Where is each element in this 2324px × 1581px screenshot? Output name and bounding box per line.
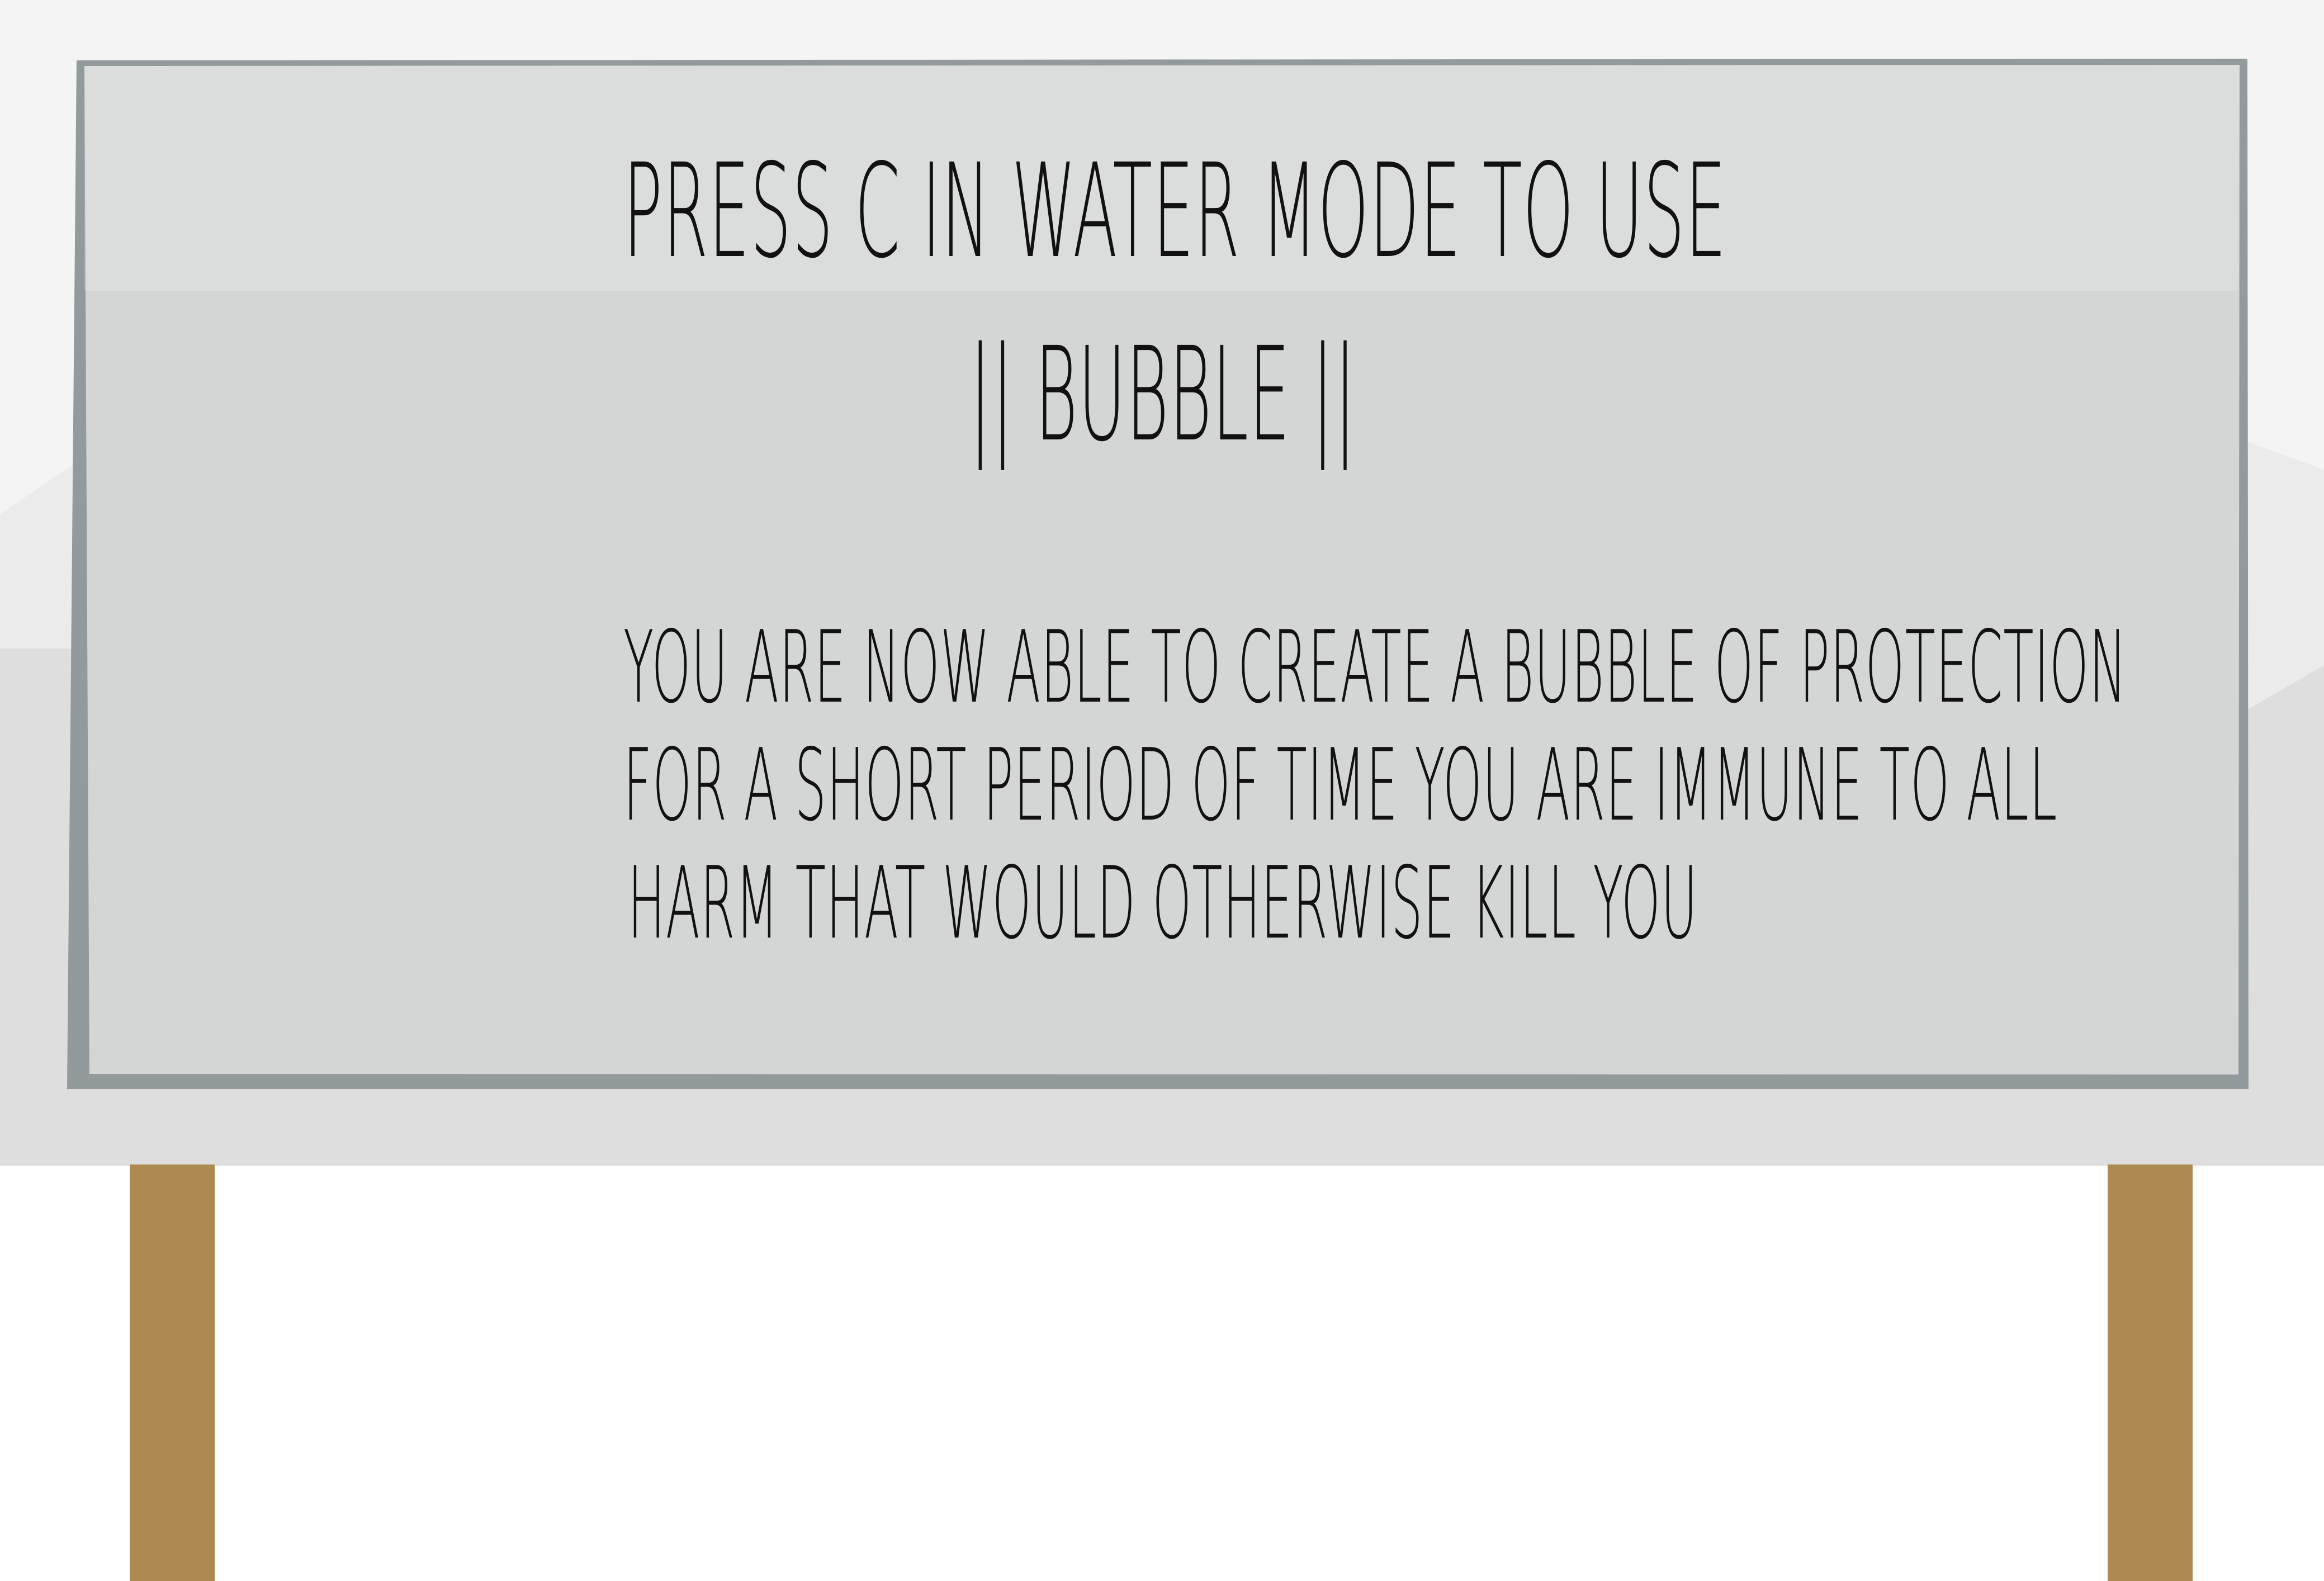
sign-title-line-1: PRESS C IN WATER MODE TO USE [623,136,1727,287]
sign-body-line-1: YOU ARE NOW ABLE TO CREATE A BUBBLE OF P… [623,609,2127,725]
sign-description: YOU ARE NOW ABLE TO CREATE A BUBBLE OF P… [84,618,2242,981]
sign-title-line-2: || BUBBLE || [969,319,1357,470]
left-post [130,1165,215,1581]
sign-title: PRESS C IN WATER MODE TO USE || BUBBLE |… [84,146,2242,504]
tutorial-sign-scene: PRESS C IN WATER MODE TO USE || BUBBLE |… [0,0,2324,1581]
sign-body-line-3: HARM THAT WOULD OTHERWISE KILL YOU [627,845,1698,961]
right-post [2108,1165,2193,1581]
sign-body-line-2: FOR A SHORT PERIOD OF TIME YOU ARE IMMUN… [623,727,2058,843]
